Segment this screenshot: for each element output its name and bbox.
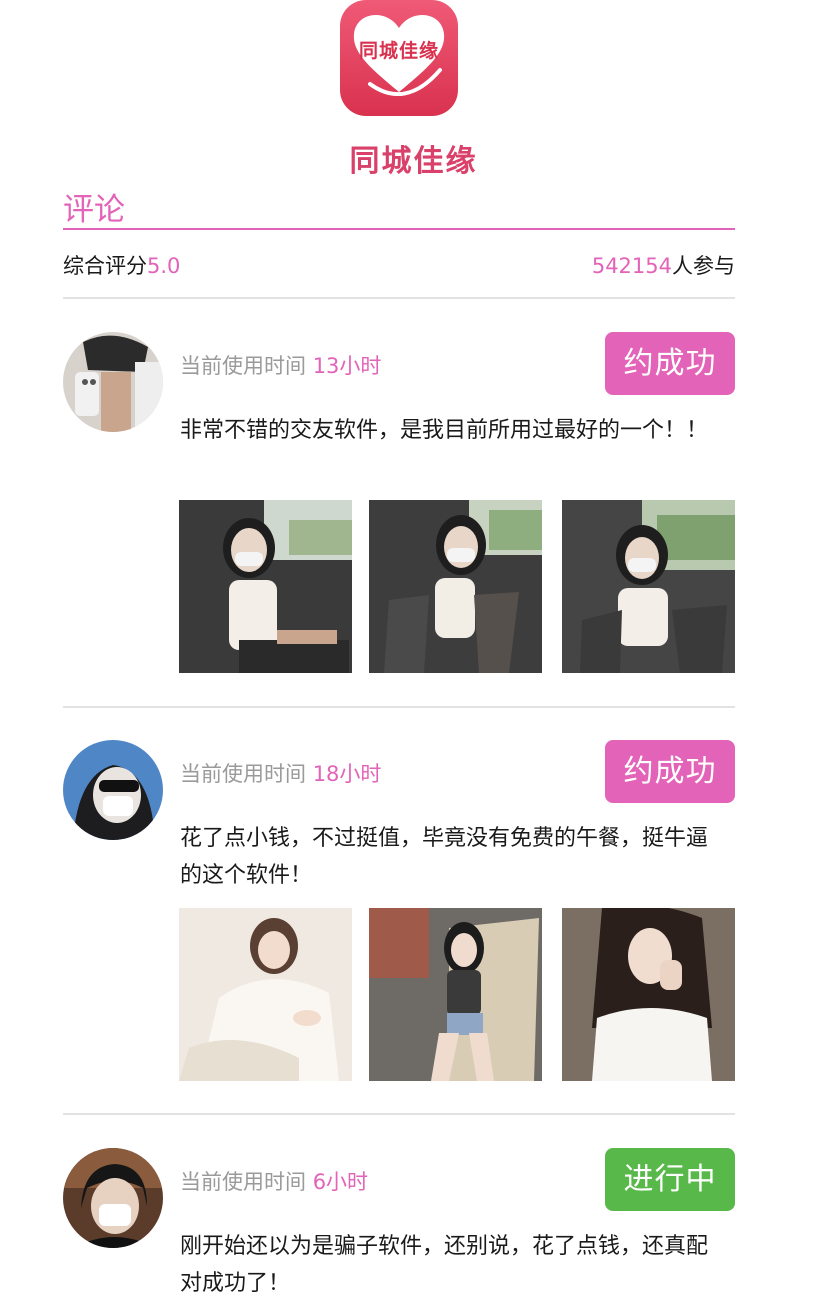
rating-value: 5.0	[147, 254, 181, 278]
participants-label: 人参与	[672, 254, 735, 278]
review-photo[interactable]	[179, 500, 352, 673]
divider	[63, 1113, 735, 1115]
avatar[interactable]	[63, 1148, 163, 1248]
review-comment: 花了点小钱，不过挺值，毕竟没有免费的午餐，挺牛逼的这个软件！	[180, 826, 709, 888]
section-underline	[63, 228, 735, 230]
review-photo[interactable]	[562, 908, 735, 1081]
participants-count: 542154人参与	[592, 250, 735, 280]
avatar[interactable]	[63, 740, 163, 840]
app-logo: 同城佳缘	[340, 0, 458, 116]
usage-value: 18小时	[312, 762, 382, 786]
status-button[interactable]: 约成功	[605, 740, 735, 803]
section-title: 评论	[63, 192, 125, 228]
avatar[interactable]	[63, 332, 163, 432]
review-item: 当前使用时间 6小时 进行中 刚开始还以为是骗子软件，还别说，花了点钱，还真配对…	[63, 1148, 735, 1305]
review-photo[interactable]	[179, 908, 352, 1081]
usage-label: 当前使用时间	[180, 1170, 306, 1194]
review-comment: 非常不错的交友软件，是我目前所用过最好的一个！！	[180, 418, 709, 443]
review-photo[interactable]	[562, 500, 735, 673]
review-item: 当前使用时间 13小时 约成功 非常不错的交友软件，是我目前所用过最好的一个！！	[63, 332, 735, 677]
usage-time: 当前使用时间 18小时	[180, 758, 381, 788]
usage-time: 当前使用时间 13小时	[180, 350, 381, 380]
review-photo[interactable]	[369, 908, 542, 1081]
usage-value: 13小时	[312, 354, 382, 378]
app-name: 同城佳缘	[349, 144, 478, 179]
divider	[63, 297, 735, 299]
usage-value: 6小时	[312, 1170, 369, 1194]
overall-rating: 综合评分5.0	[63, 250, 180, 280]
rating-label: 综合评分	[63, 254, 147, 278]
participants-value: 542154	[591, 254, 672, 278]
logo-text: 同城佳缘	[358, 40, 439, 62]
review-item: 当前使用时间 18小时 约成功 花了点小钱，不过挺值，毕竟没有免费的午餐，挺牛逼…	[63, 740, 735, 1085]
divider	[63, 706, 735, 708]
usage-label: 当前使用时间	[180, 354, 306, 378]
status-button[interactable]: 进行中	[605, 1148, 735, 1211]
review-comment: 刚开始还以为是骗子软件，还别说，花了点钱，还真配对成功了！	[180, 1234, 709, 1296]
review-photo[interactable]	[369, 500, 542, 673]
usage-label: 当前使用时间	[180, 762, 306, 786]
usage-time: 当前使用时间 6小时	[180, 1166, 368, 1196]
rating-summary: 综合评分5.0 542154人参与	[63, 250, 735, 280]
status-button[interactable]: 约成功	[605, 332, 735, 395]
